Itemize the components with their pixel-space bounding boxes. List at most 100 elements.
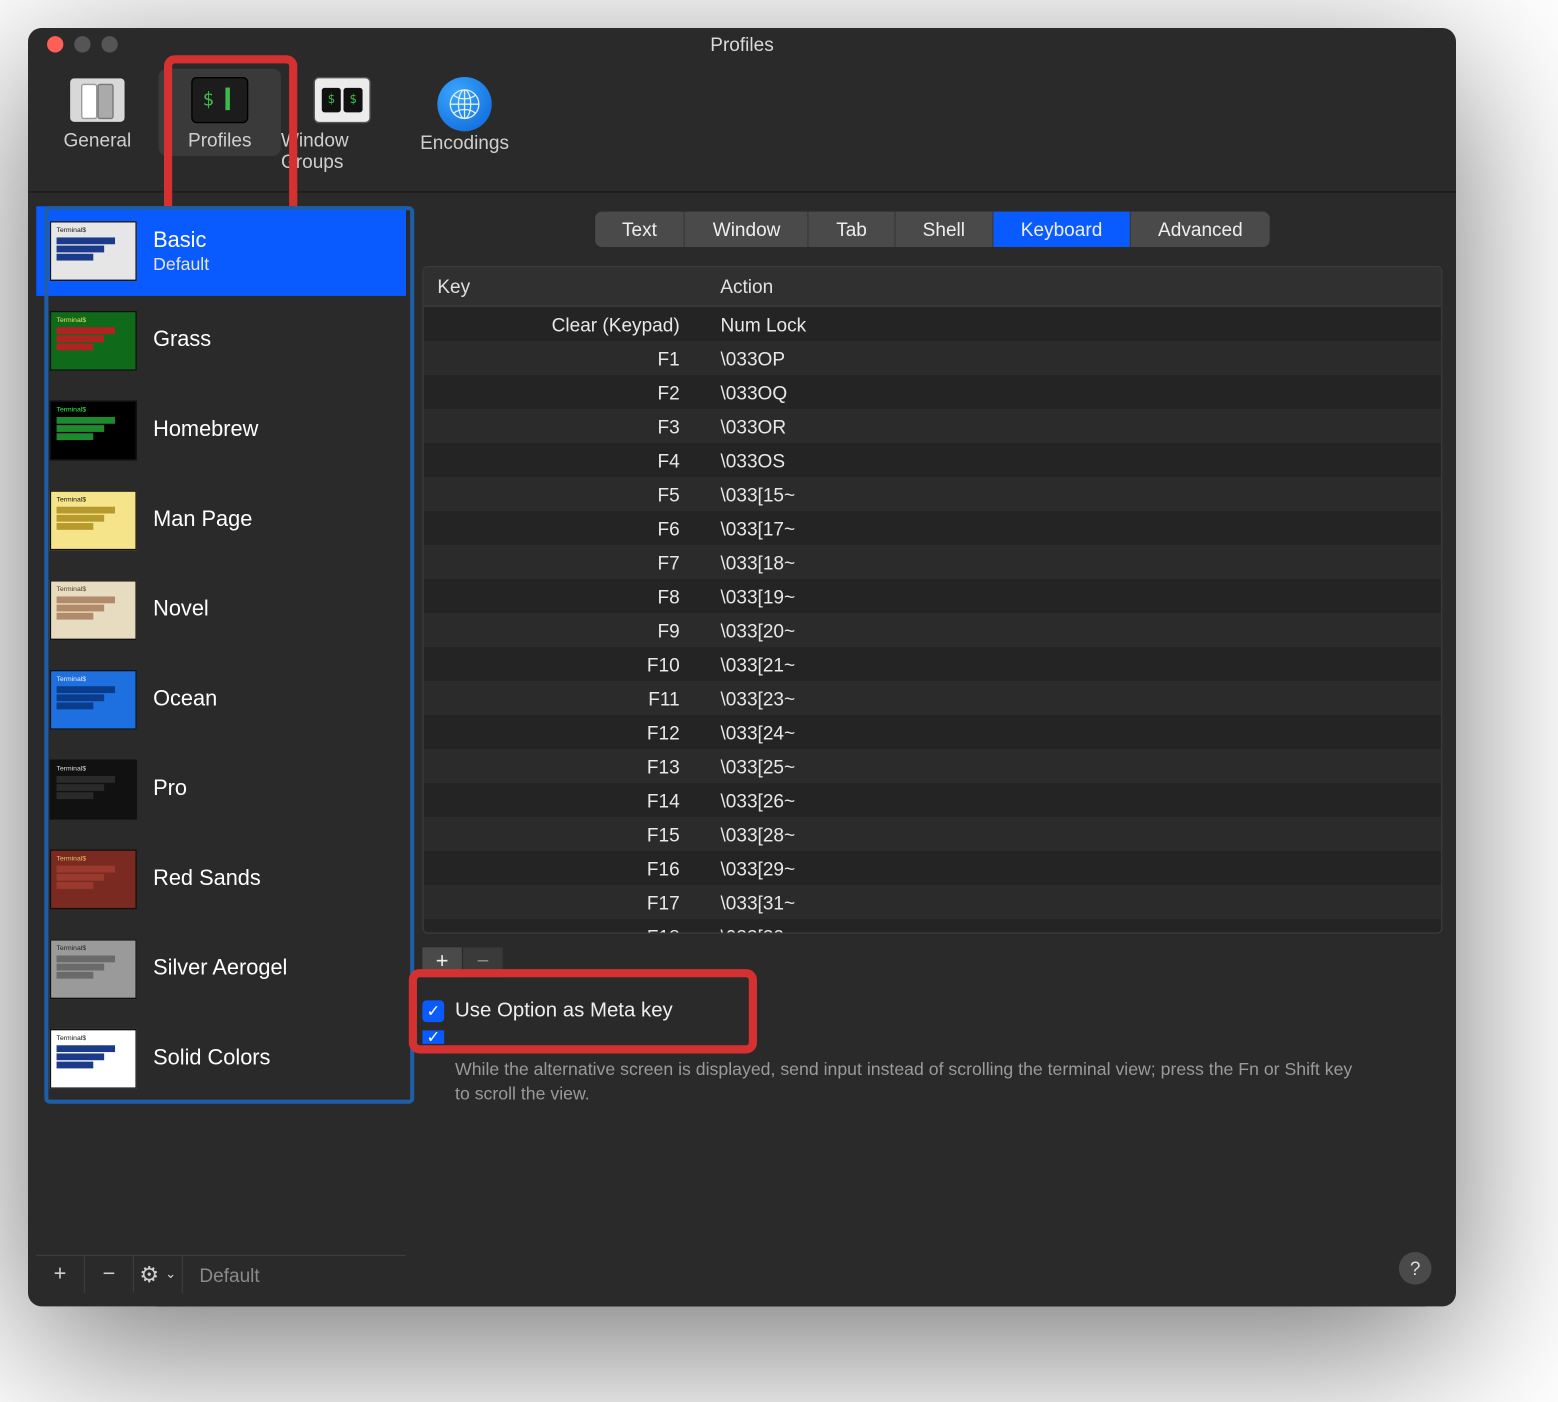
table-row[interactable]: F13\033[25~ <box>424 749 1441 783</box>
profile-item[interactable]: Terminal$ Red Sands <box>36 834 406 924</box>
table-row[interactable]: Clear (Keypad)Num Lock <box>424 307 1441 341</box>
profile-item[interactable]: Terminal$ Pro <box>36 745 406 835</box>
cell-key: F11 <box>424 687 696 709</box>
add-mapping-button[interactable]: + <box>422 947 463 977</box>
table-row[interactable]: F3\033OR <box>424 409 1441 443</box>
profile-name: Ocean <box>153 688 217 712</box>
table-row[interactable]: F8\033[19~ <box>424 579 1441 613</box>
profile-name: Silver Aerogel <box>153 957 287 981</box>
hint-text: While the alternative screen is displaye… <box>455 1058 1442 1106</box>
profile-thumbnail: Terminal$ <box>50 939 137 999</box>
cell-key: F3 <box>424 415 696 437</box>
profile-thumbnail: Terminal$ <box>50 311 137 371</box>
remove-profile-button[interactable]: − <box>85 1256 134 1293</box>
cell-key: F6 <box>424 517 696 539</box>
remove-mapping-button[interactable]: − <box>463 947 504 977</box>
table-body[interactable]: Clear (Keypad)Num LockF1\033OPF2\033OQF3… <box>424 307 1441 933</box>
cell-key: F14 <box>424 789 696 811</box>
table-row[interactable]: F6\033[17~ <box>424 511 1441 545</box>
profile-item[interactable]: Terminal$Novel <box>36 565 406 655</box>
toolbar-profiles[interactable]: $ ▍ Profiles <box>159 69 281 156</box>
profile-thumbnail: Terminal$ <box>50 401 137 461</box>
table-row[interactable]: F15\033[28~ <box>424 817 1441 851</box>
profile-actions-menu[interactable]: ⚙ ⌄ <box>134 1256 183 1293</box>
profile-thumbnail: Terminal$ <box>50 490 137 550</box>
sidebar-toolbar: + − ⚙ ⌄ Default <box>36 1255 406 1293</box>
table-row[interactable]: F10\033[21~ <box>424 647 1441 681</box>
toolbar-general[interactable]: General <box>36 69 158 156</box>
tab-window[interactable]: Window <box>686 212 809 247</box>
table-row[interactable]: F16\033[29~ <box>424 851 1441 885</box>
cell-action: \033[24~ <box>696 721 1441 743</box>
tab-text[interactable]: Text <box>595 212 686 247</box>
table-row[interactable]: F2\033OQ <box>424 375 1441 409</box>
cell-action: \033[23~ <box>696 687 1441 709</box>
profile-list[interactable]: Terminal$BasicDefaultTerminal$GrassTermi… <box>36 206 406 1255</box>
table-row[interactable]: F17\033[31~ <box>424 885 1441 919</box>
cell-key: F13 <box>424 755 696 777</box>
window-groups-icon: $$ <box>314 77 371 123</box>
cell-key: F15 <box>424 823 696 845</box>
table-row[interactable]: F12\033[24~ <box>424 715 1441 749</box>
profile-name: Solid Colors <box>153 1047 270 1071</box>
table-row[interactable]: F4\033OS <box>424 443 1441 477</box>
column-header-action[interactable]: Action <box>696 267 1441 305</box>
tab-tab[interactable]: Tab <box>809 212 895 247</box>
preferences-window: Profiles General $ ▍ Profiles $$ Window … <box>28 28 1456 1306</box>
toolbar-window-groups[interactable]: $$ Window Groups <box>281 69 403 178</box>
window-minimize-button[interactable] <box>74 36 90 52</box>
profile-item[interactable]: Terminal$ Grass <box>36 296 406 386</box>
profile-thumbnail: Terminal$ <box>50 221 137 281</box>
window-close-button[interactable] <box>47 36 63 52</box>
cell-action: \033OP <box>696 347 1441 369</box>
tab-shell[interactable]: Shell <box>895 212 993 247</box>
toolbar-encodings[interactable]: Encodings <box>403 69 525 159</box>
profile-item[interactable]: Terminal$ Solid Colors <box>36 1014 406 1104</box>
table-row[interactable]: F1\033OP <box>424 341 1441 375</box>
set-default-button[interactable]: Default <box>183 1256 276 1293</box>
cell-key: F5 <box>424 483 696 505</box>
profile-item[interactable]: Terminal$Man Page <box>36 475 406 565</box>
table-row[interactable]: F5\033[15~ <box>424 477 1441 511</box>
profile-thumbnail: Terminal$ <box>50 1029 137 1089</box>
tab-keyboard[interactable]: Keyboard <box>994 212 1131 247</box>
toolbar-general-label: General <box>63 129 131 151</box>
cell-action: \033[19~ <box>696 585 1441 607</box>
profile-thumbnail: Terminal$ <box>50 760 137 820</box>
toolbar-window-groups-label: Window Groups <box>281 129 403 173</box>
profile-item[interactable]: Terminal$ Silver Aerogel <box>36 924 406 1014</box>
table-row[interactable]: F9\033[20~ <box>424 613 1441 647</box>
tab-advanced[interactable]: Advanced <box>1131 212 1270 247</box>
profile-name: Grass <box>153 329 211 353</box>
cell-action: \033[21~ <box>696 653 1441 675</box>
scroll-alternate-screen-checkbox[interactable]: ✓ <box>422 1030 444 1044</box>
column-header-key[interactable]: Key <box>424 267 696 305</box>
chevron-down-icon: ⌄ <box>165 1267 176 1282</box>
use-option-as-meta-checkbox[interactable]: ✓ <box>422 1000 444 1022</box>
cell-action: \033OR <box>696 415 1441 437</box>
profile-name: Homebrew <box>153 418 258 442</box>
profile-thumbnail: Terminal$ <box>50 580 137 640</box>
cell-action: \033[29~ <box>696 857 1441 879</box>
globe-icon <box>437 77 491 131</box>
profile-item[interactable]: Terminal$BasicDefault <box>36 206 406 296</box>
table-row[interactable]: F18\033[32~ <box>424 919 1441 933</box>
table-row[interactable]: F7\033[18~ <box>424 545 1441 579</box>
help-button[interactable]: ? <box>1399 1252 1432 1285</box>
window-zoom-button[interactable] <box>101 36 117 52</box>
profile-thumbnail: Terminal$ <box>50 849 137 909</box>
profile-name: Pro <box>153 777 187 801</box>
cell-action: \033[15~ <box>696 483 1441 505</box>
cell-action: \033[18~ <box>696 551 1441 573</box>
add-profile-button[interactable]: + <box>36 1256 85 1293</box>
cell-key: Clear (Keypad) <box>424 313 696 335</box>
keyboard-mappings-table: Key Action Clear (Keypad)Num LockF1\033O… <box>422 266 1442 934</box>
profile-item[interactable]: Terminal$Ocean <box>36 655 406 745</box>
profile-item[interactable]: Terminal$ Homebrew <box>36 386 406 476</box>
profile-name: Red Sands <box>153 867 261 891</box>
table-row[interactable]: F11\033[23~ <box>424 681 1441 715</box>
cell-action: \033[26~ <box>696 789 1441 811</box>
cell-action: Num Lock <box>696 313 1441 335</box>
table-row[interactable]: F14\033[26~ <box>424 783 1441 817</box>
cell-key: F8 <box>424 585 696 607</box>
